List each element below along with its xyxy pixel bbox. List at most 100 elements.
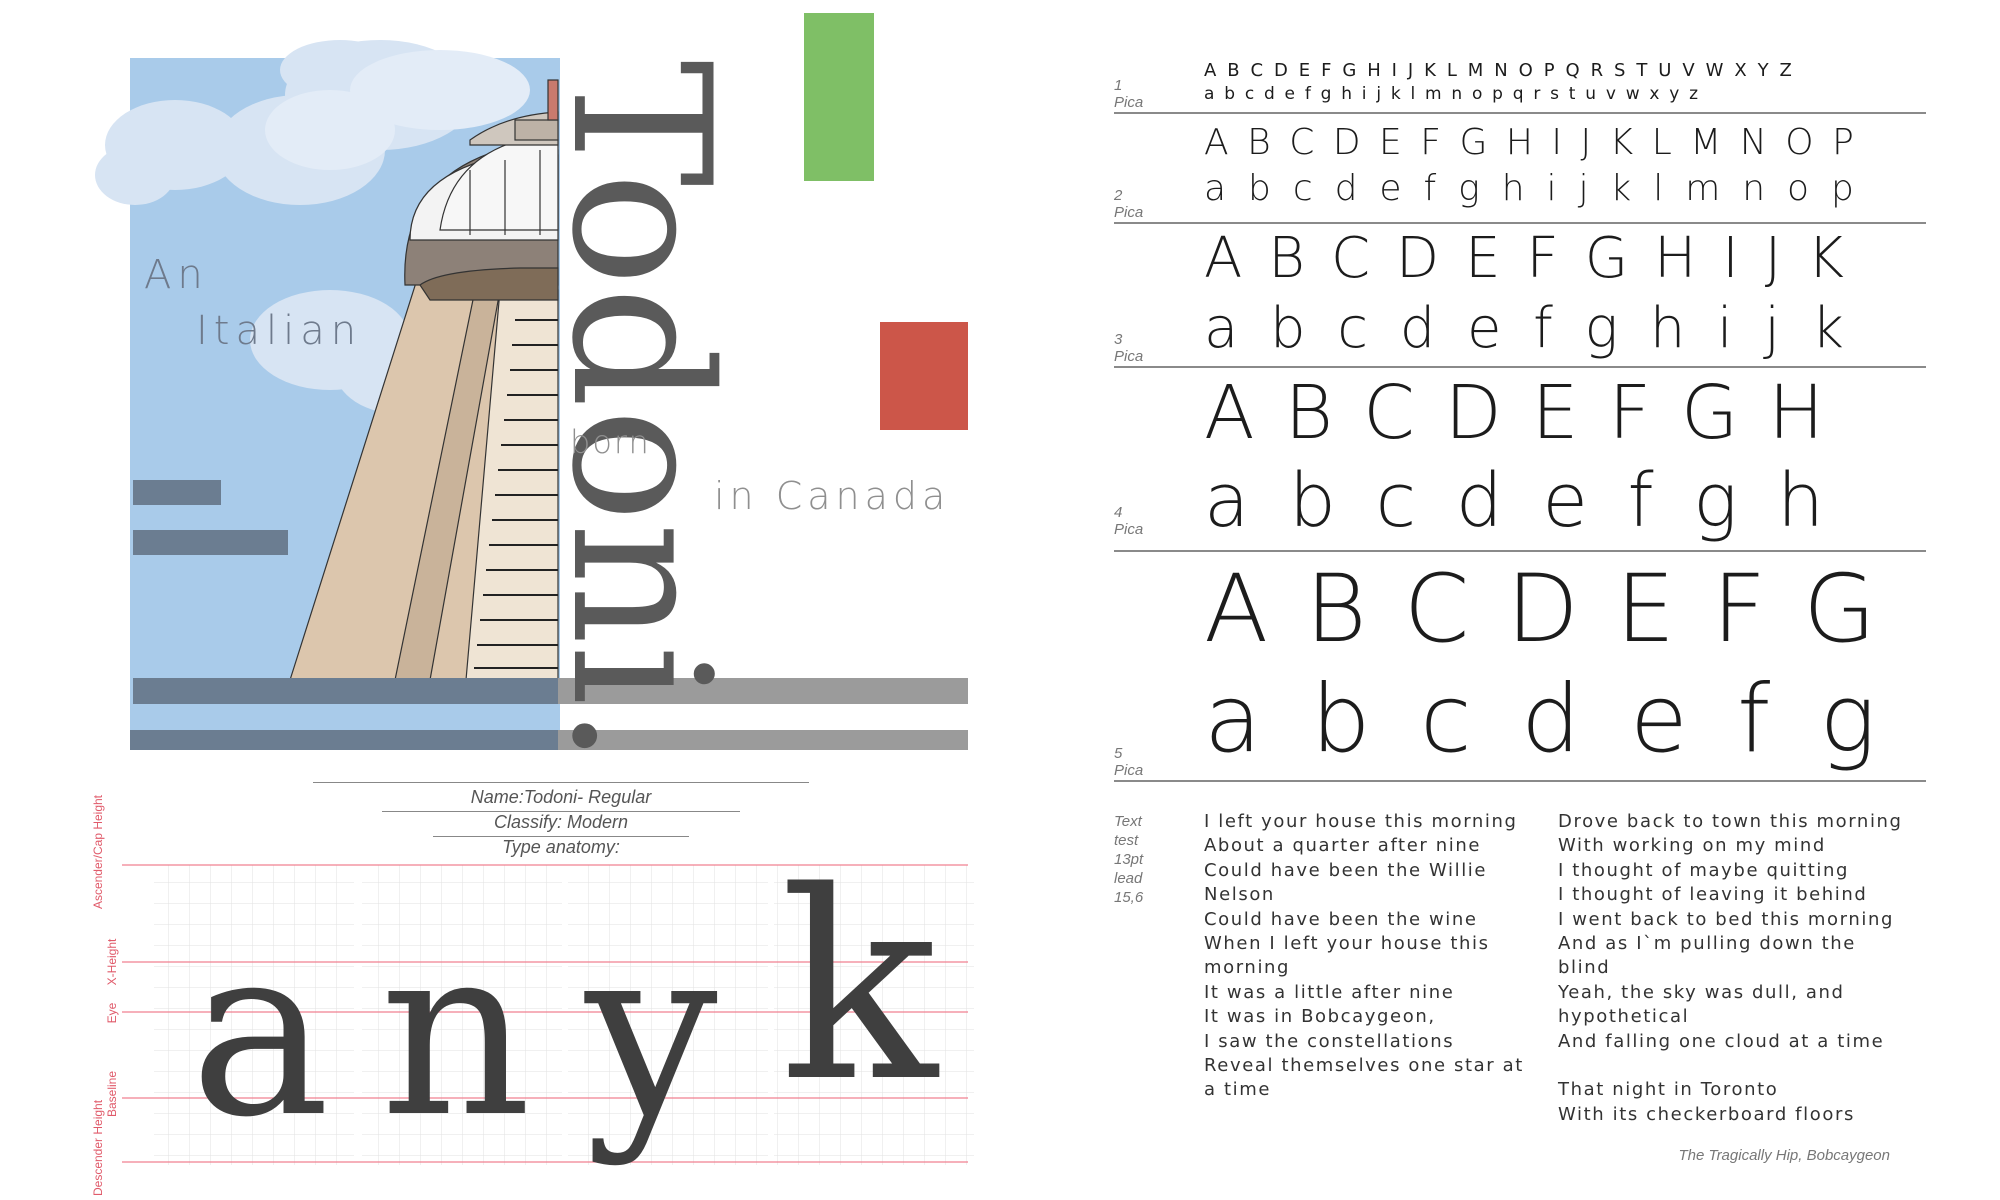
specimen-glyph: k — [1811, 296, 1844, 361]
specimen-glyph: N — [1739, 122, 1767, 163]
lyrics-column-1: I left your house this morning About a qu… — [1204, 810, 1534, 1103]
specimen-glyph: c — [1337, 296, 1369, 361]
lyric-line: Drove back to town this morning — [1558, 811, 1903, 832]
label-xheight: X-Height — [105, 938, 119, 986]
specimen-glyph: C — [1363, 370, 1415, 456]
specimen-glyph: b — [1288, 458, 1336, 544]
anatomy-glyph-n: n — [380, 896, 532, 1169]
specimen-glyph: C — [1403, 555, 1470, 664]
lyric-line: I left your house this morning — [1204, 811, 1518, 832]
specimen-glyph: J — [1580, 122, 1592, 163]
specimen-glyph: D — [1332, 122, 1361, 163]
specimen-rule — [1114, 222, 1926, 224]
size-label-3: 3 Pica — [1114, 331, 1144, 365]
text-test-meta-line: 15,6 — [1114, 889, 1144, 906]
specimen-glyph: G — [1584, 226, 1629, 291]
lyric-line: blind — [1558, 957, 1611, 979]
label-baseline: Baseline — [105, 1070, 119, 1118]
lyric-line: I thought of leaving it behind — [1558, 884, 1868, 906]
specimen-glyph: f — [1627, 458, 1654, 544]
specimen-glyph: F — [1526, 226, 1559, 291]
specimen-glyph: P — [1832, 122, 1854, 163]
specimen-glyph: E — [1465, 226, 1501, 291]
specimen-glyph: j — [1764, 296, 1780, 361]
specimen-glyph: h — [1501, 168, 1525, 209]
specimen-glyph: J — [1764, 226, 1782, 291]
specimen-glyph: e — [1542, 458, 1588, 544]
specimen-glyph: i — [1717, 296, 1733, 361]
specimen-glyph: g — [1693, 458, 1738, 544]
specimen-glyph: H — [1505, 122, 1533, 163]
specimen-glyph: E — [1531, 370, 1579, 456]
specimen-1-lower: a b c d e f g h i j k l m n o p q r s t … — [1204, 84, 1701, 104]
specimen-glyph: c — [1292, 168, 1313, 209]
lyric-line: Yeah, the sky was dull, and — [1558, 981, 1845, 1003]
size-label-4: 4 Pica — [1114, 504, 1144, 538]
lyric-line: a time — [1204, 1079, 1272, 1101]
text-test-meta-line: Text — [1114, 813, 1142, 830]
lyric-line: Nelson — [1204, 884, 1275, 906]
lyrics-column-2: Drove back to town this morning With work… — [1558, 810, 1903, 1127]
specimen-glyph: p — [1831, 168, 1854, 209]
specimen-glyph: f — [1423, 168, 1437, 209]
specimen-glyph: m — [1685, 168, 1721, 209]
label-eye: Eye — [105, 1002, 119, 1024]
lyric-line: I saw the constellations — [1204, 1030, 1455, 1052]
specimen-glyph: A — [1204, 555, 1269, 664]
anatomy-glyph-k: k — [780, 837, 938, 1139]
specimen-glyph: O — [1785, 122, 1814, 163]
specimen-glyph: I — [1551, 122, 1563, 163]
specimen-glyph: B — [1284, 370, 1334, 456]
specimen-glyph: o — [1787, 168, 1810, 209]
lyrics-credit: The Tragically Hip, Bobcaygeon — [1678, 1147, 1891, 1164]
specimen-glyph: A — [1204, 122, 1229, 163]
lyric-line: hypothetical — [1558, 1006, 1690, 1028]
specimen-5-upper: ABCDEFG — [1204, 555, 1876, 664]
text-test-meta: Text test 13pt lead 15,6 — [1114, 812, 1143, 907]
specimen-glyph: F — [1420, 122, 1441, 163]
specimen-glyph: g — [1584, 296, 1619, 361]
specimen-glyph: E — [1615, 555, 1676, 664]
specimen-glyph: d — [1334, 168, 1358, 209]
specimen-glyph: c — [1375, 458, 1417, 544]
lyric-line: Reveal themselves one star at — [1204, 1055, 1524, 1077]
specimen-glyph: d — [1399, 296, 1436, 361]
specimen-glyph: f — [1533, 296, 1553, 361]
specimen-glyph: g — [1819, 665, 1876, 774]
lyric-line: It was a little after nine — [1204, 981, 1455, 1003]
specimen-glyph: j — [1578, 168, 1589, 209]
specimen-glyph: B — [1268, 226, 1305, 291]
lyric-line: I thought of maybe quitting — [1558, 859, 1850, 881]
specimen-glyph: K — [1807, 226, 1844, 291]
specimen-glyph: k — [1610, 168, 1632, 209]
specimen-glyph: c — [1419, 665, 1472, 774]
specimen-glyph: I — [1722, 226, 1739, 291]
specimen-glyph: G — [1803, 555, 1876, 664]
lyric-line: About a quarter after nine — [1204, 835, 1482, 857]
specimen-glyph: D — [1506, 555, 1579, 664]
specimen-glyph: B — [1247, 122, 1271, 163]
lyric-line: Could have been the Willie — [1204, 859, 1488, 881]
specimen-glyph: e — [1466, 296, 1502, 361]
specimen-glyph: B — [1305, 555, 1367, 664]
specimen-1-upper: A B C D E F G H I J K L M N O P Q R S T … — [1204, 60, 1795, 81]
specimen-glyph: a — [1204, 168, 1227, 209]
lyric-line: And falling one cloud at a time — [1558, 1030, 1885, 1052]
specimen-glyph: M — [1690, 122, 1722, 163]
specimen-glyph: h — [1777, 458, 1824, 544]
specimen-glyph: i — [1546, 168, 1557, 209]
specimen-4-lower: abcdefgh — [1204, 458, 1824, 544]
specimen-3-lower: abcdefghijk — [1204, 296, 1844, 361]
specimen-rule — [1114, 550, 1926, 552]
specimen-5-lower: abcdefg — [1204, 665, 1876, 774]
specimen-glyph: H — [1768, 370, 1824, 456]
label-ascender: Ascender/Cap Height — [91, 794, 105, 910]
specimen-glyph: A — [1204, 370, 1255, 456]
specimen-rule — [1114, 112, 1926, 114]
lyric-line — [1558, 1054, 1888, 1078]
specimen-2-lower: abcdefghijklmnop — [1204, 168, 1854, 209]
specimen-glyph: e — [1629, 665, 1688, 774]
specimen-glyph: b — [1248, 168, 1271, 209]
text-test-meta-line: lead — [1114, 870, 1143, 887]
specimen-rule — [1114, 780, 1926, 782]
